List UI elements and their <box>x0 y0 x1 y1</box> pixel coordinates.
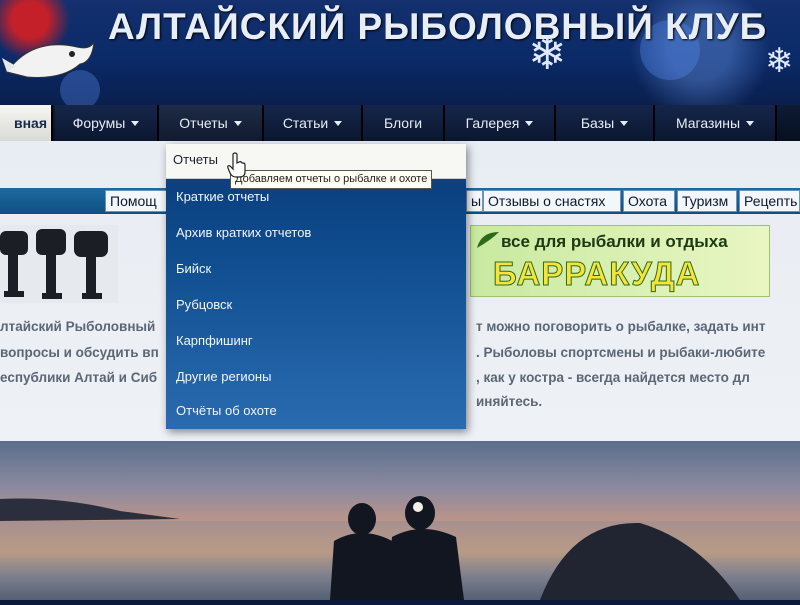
nav-item-shops[interactable]: Магазины <box>655 105 777 141</box>
chevron-down-icon <box>746 120 755 126</box>
sunset-lake-photo <box>0 441 800 600</box>
intro-line-right: т можно поговорить о рыбалке, задать инт <box>476 319 766 334</box>
main-nav: вная Форумы Отчеты Статьи Блоги Галерея … <box>0 105 800 141</box>
banner-brand: БАРРАКУДА <box>492 255 701 293</box>
site-header: АЛТАЙСКИЙ РЫБОЛОВНЫЙ КЛУБ ❄ ❄ ❄ <box>0 0 800 164</box>
intro-line-left: лтайский Рыболовный <box>0 319 156 334</box>
nav-item-gallery[interactable]: Галерея <box>445 105 556 141</box>
nav-item-home[interactable]: вная <box>0 105 53 141</box>
nav-item-articles[interactable]: Статьи <box>264 105 363 141</box>
dropdown-item-rubtsovsk[interactable]: Рубцовск <box>176 297 232 312</box>
dropdown-item-short-reports-archive[interactable]: Архив кратких отчетов <box>176 225 311 240</box>
site-title[interactable]: АЛТАЙСКИЙ РЫБОЛОВНЫЙ КЛУБ <box>108 6 767 48</box>
dropdown-item-hunting-reports[interactable]: Отчёты об охоте <box>176 403 277 418</box>
nav-item-label: Галерея <box>465 115 520 131</box>
nav-item-label: Форумы <box>72 115 126 131</box>
snowflake-icon: ❄ <box>765 42 794 80</box>
subtab-help[interactable]: Помощ <box>105 190 167 212</box>
nav-item-bases[interactable]: Базы <box>556 105 655 141</box>
intro-line-left: вопросы и обсудить вп <box>0 345 159 360</box>
chevron-down-icon <box>131 120 140 126</box>
subtab-tackle-reviews[interactable]: Отзывы о снастях <box>483 190 621 212</box>
chevron-down-icon <box>334 120 343 126</box>
nav-item-forums[interactable]: Форумы <box>55 105 159 141</box>
nav-item-label: Статьи <box>282 115 329 131</box>
nav-item-label: Магазины <box>675 115 741 131</box>
nav-item-label: Базы <box>580 115 615 131</box>
leaf-icon <box>477 232 499 248</box>
nav-item-label: Блоги <box>383 115 423 131</box>
nav-item-reports[interactable]: Отчеты <box>159 105 264 141</box>
intro-line-right: . Рыболовы спортсмены и рыбаки-любите <box>476 345 766 360</box>
photo-silhouettes <box>0 496 800 600</box>
outboard-motors-image[interactable] <box>0 225 118 303</box>
intro-line-left: еспублики Алтай и Сиб <box>0 370 158 385</box>
fish-logo-icon[interactable] <box>2 22 97 97</box>
dropdown-item-short-reports[interactable]: Краткие отчеты <box>176 189 269 204</box>
nav-item-label: вная <box>13 115 47 131</box>
subtab-recipes[interactable]: Рецепть <box>739 190 800 212</box>
snowflake-icon: ❄ <box>528 27 567 79</box>
subtab-hunting[interactable]: Охота <box>623 190 675 212</box>
nav-item-blogs[interactable]: Блоги <box>363 105 445 141</box>
dropdown-item-carpfishing[interactable]: Карпфишинг <box>176 333 253 348</box>
chevron-down-icon <box>233 120 242 126</box>
chevron-down-icon <box>525 120 534 126</box>
dropdown-item-other-regions[interactable]: Другие регионы <box>176 369 271 384</box>
subtab-partial[interactable]: ы <box>466 190 483 212</box>
intro-line-right: иняйтесь. <box>476 394 543 409</box>
chevron-down-icon <box>620 120 629 126</box>
banner-tagline: все для рыбалки и отдыха <box>501 232 728 251</box>
nav-item-label: Отчеты <box>179 115 228 131</box>
intro-line-right: , как у костра - всегда найдется место д… <box>476 370 750 385</box>
menu-tooltip: Добавляем отчеты о рыбалке и охоте <box>230 170 433 189</box>
subtab-tourism[interactable]: Туризм <box>677 190 737 212</box>
dropdown-item-label: Отчеты <box>173 152 218 167</box>
dropdown-item-biysk[interactable]: Бийск <box>176 261 211 276</box>
hand-cursor-icon <box>227 152 246 178</box>
barracuda-ad-banner[interactable]: все для рыбалки и отдыха БАРРАКУДА <box>470 225 770 297</box>
